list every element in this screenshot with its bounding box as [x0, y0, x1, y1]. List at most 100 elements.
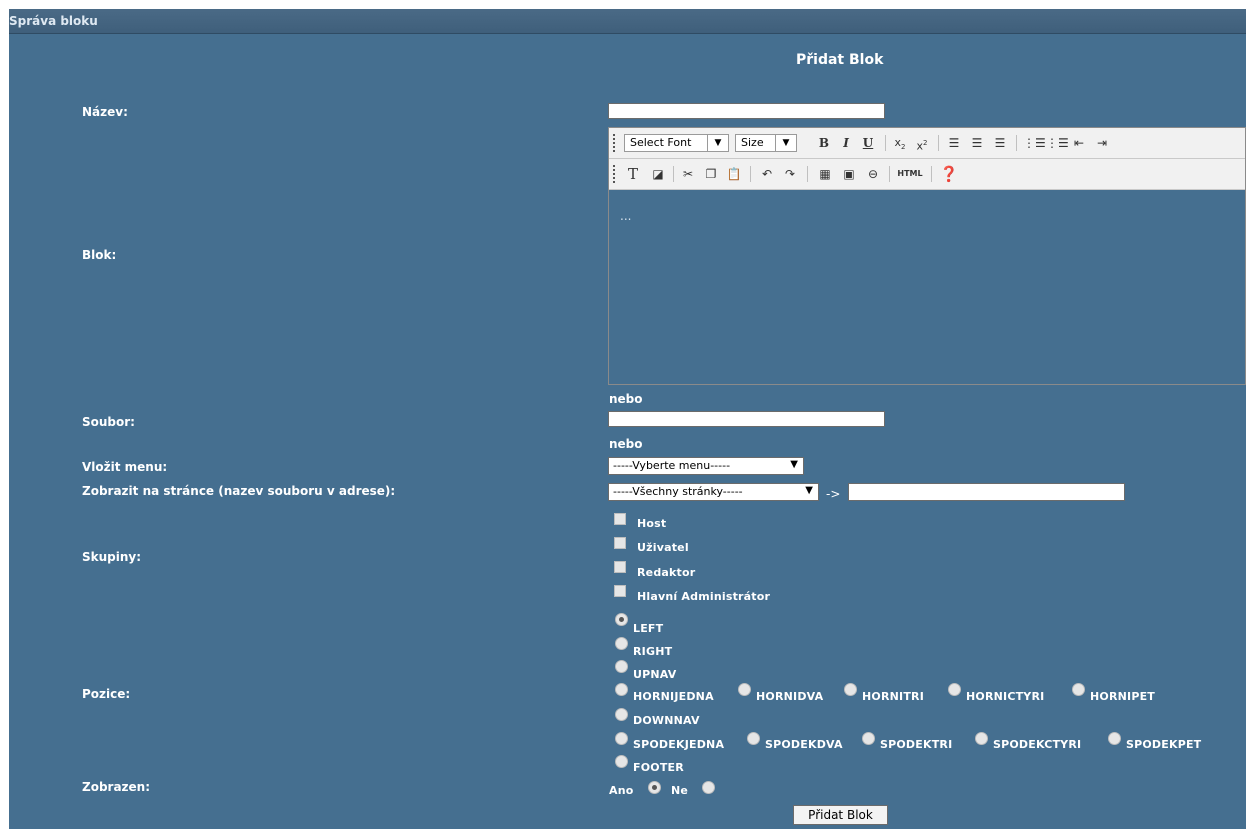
menu-label: Vložit menu: [82, 460, 168, 474]
rich-text-editor: Select Font ▼ Size ▼ B I U x2 x2 ☰ ☰ ☰ ⋮… [608, 127, 1246, 385]
position-spodekdva-radio[interactable] [747, 732, 760, 745]
visible-no-radio[interactable] [702, 781, 715, 794]
visible-no-label: Ne [671, 784, 689, 797]
group-host-label: Host [637, 517, 667, 530]
toolbar-separator [889, 166, 890, 182]
toolbar-separator [807, 166, 808, 182]
cut-icon[interactable]: ✂ [678, 164, 698, 184]
position-left-label: LEFT [633, 622, 664, 635]
font-select-label: Select Font [630, 136, 692, 149]
section-title: Správa bloku [9, 14, 98, 28]
section-header: Správa bloku [9, 9, 1246, 34]
toolbar-grip-icon [613, 165, 618, 183]
position-spodektri-label: SPODEKTRI [880, 738, 953, 751]
position-hornipet-radio[interactable] [1072, 683, 1085, 696]
or-text-2: nebo [609, 437, 643, 451]
menu-select[interactable]: -----Vyberte menu----- ▼ [608, 457, 804, 475]
visible-yes-label: Ano [609, 784, 634, 797]
indent-icon[interactable]: ⇥ [1092, 133, 1112, 153]
chevron-down-icon: ▼ [775, 135, 796, 151]
position-downnav-radio[interactable] [615, 708, 628, 721]
editor-text-area[interactable]: ... [609, 190, 1245, 384]
or-text-1: nebo [609, 392, 643, 406]
position-hornijedna-radio[interactable] [615, 683, 628, 696]
size-select[interactable]: Size ▼ [735, 134, 797, 152]
redo-icon[interactable]: ↷ [780, 164, 800, 184]
undo-icon[interactable]: ↶ [757, 164, 777, 184]
position-spodektri-radio[interactable] [862, 732, 875, 745]
group-editor-label: Redaktor [637, 566, 696, 579]
table-icon[interactable]: ▦ [814, 164, 836, 184]
name-input[interactable] [608, 103, 885, 119]
superscript-icon[interactable]: x2 [913, 133, 931, 153]
unordered-list-icon[interactable]: ⋮☰ [1023, 133, 1046, 153]
position-downnav-label: DOWNNAV [633, 714, 700, 727]
position-upnav-radio[interactable] [615, 660, 628, 673]
toolbar-grip-icon [613, 134, 618, 152]
toolbar-separator [885, 135, 886, 151]
group-user-checkbox[interactable] [614, 537, 626, 549]
help-icon[interactable]: ❓ [938, 164, 960, 184]
position-left-radio[interactable] [615, 613, 628, 626]
copy-icon[interactable]: ❐ [701, 164, 721, 184]
toolbar-separator [750, 166, 751, 182]
outdent-icon[interactable]: ⇤ [1069, 133, 1089, 153]
group-admin-label: Hlavní Administrátor [637, 590, 771, 603]
group-host-checkbox[interactable] [614, 513, 626, 525]
link-icon[interactable]: ⊖ [862, 164, 884, 184]
align-left-icon[interactable]: ☰ [944, 133, 964, 153]
visible-yes-radio[interactable] [648, 781, 661, 794]
italic-icon[interactable]: I [837, 133, 855, 153]
editor-content: ... [620, 209, 632, 223]
group-user-label: Uživatel [637, 541, 689, 554]
position-hornijedna-label: HORNIJEDNA [633, 690, 714, 703]
underline-icon[interactable]: U [859, 133, 877, 153]
position-hornictyri-radio[interactable] [948, 683, 961, 696]
bold-icon[interactable]: B [815, 133, 833, 153]
editor-toolbar-2: T ◪ ✂ ❐ 📋 ↶ ↷ ▦ ▣ ⊖ HTML ❓ [609, 159, 1245, 190]
image-icon[interactable]: ▣ [838, 164, 860, 184]
page-select[interactable]: -----Všechny stránky----- ▼ [608, 483, 819, 501]
file-input[interactable] [608, 411, 885, 427]
position-footer-radio[interactable] [615, 755, 628, 768]
group-admin-checkbox[interactable] [614, 585, 626, 597]
page-select-value: -----Všechny stránky----- [613, 485, 743, 498]
page-arrow-text: -> [826, 487, 841, 501]
position-spodekctyri-label: SPODEKCTYRI [993, 738, 1082, 751]
chevron-down-icon: ▼ [707, 135, 728, 151]
ordered-list-icon[interactable]: ⋮☰ [1046, 133, 1069, 153]
group-editor-checkbox[interactable] [614, 561, 626, 573]
file-label: Soubor: [82, 415, 135, 429]
paste-icon[interactable]: 📋 [724, 164, 744, 184]
toolbar-separator [1016, 135, 1017, 151]
background-color-icon[interactable]: ◪ [647, 164, 669, 184]
position-hornitri-radio[interactable] [844, 683, 857, 696]
position-hornidva-radio[interactable] [738, 683, 751, 696]
page-title: Přidat Blok [796, 52, 884, 68]
groups-label: Skupiny: [82, 550, 142, 564]
position-upnav-label: UPNAV [633, 668, 677, 681]
align-right-icon[interactable]: ☰ [990, 133, 1010, 153]
position-hornitri-label: HORNITRI [862, 690, 924, 703]
font-select[interactable]: Select Font ▼ [624, 134, 729, 152]
position-spodekjedna-label: SPODEKJEDNA [633, 738, 725, 751]
editor-toolbar-1: Select Font ▼ Size ▼ B I U x2 x2 ☰ ☰ ☰ ⋮… [609, 128, 1245, 159]
position-label: Pozice: [82, 687, 131, 701]
position-spodekctyri-radio[interactable] [975, 732, 988, 745]
page-filename-input[interactable] [848, 483, 1125, 501]
position-right-radio[interactable] [615, 637, 628, 650]
size-select-label: Size [741, 136, 764, 149]
html-source-button[interactable]: HTML [895, 164, 925, 184]
toolbar-separator [673, 166, 674, 182]
subscript-icon[interactable]: x2 [891, 133, 909, 153]
position-spodekpet-radio[interactable] [1108, 732, 1121, 745]
position-spodekdva-label: SPODEKDVA [765, 738, 843, 751]
align-center-icon[interactable]: ☰ [967, 133, 987, 153]
chevron-down-icon: ▼ [805, 485, 813, 496]
toolbar-separator [938, 135, 939, 151]
block-label: Blok: [82, 248, 117, 262]
add-block-button[interactable]: Přidat Blok [793, 805, 888, 825]
toolbar-separator [931, 166, 932, 182]
text-color-icon[interactable]: T [622, 164, 644, 184]
position-spodekjedna-radio[interactable] [615, 732, 628, 745]
